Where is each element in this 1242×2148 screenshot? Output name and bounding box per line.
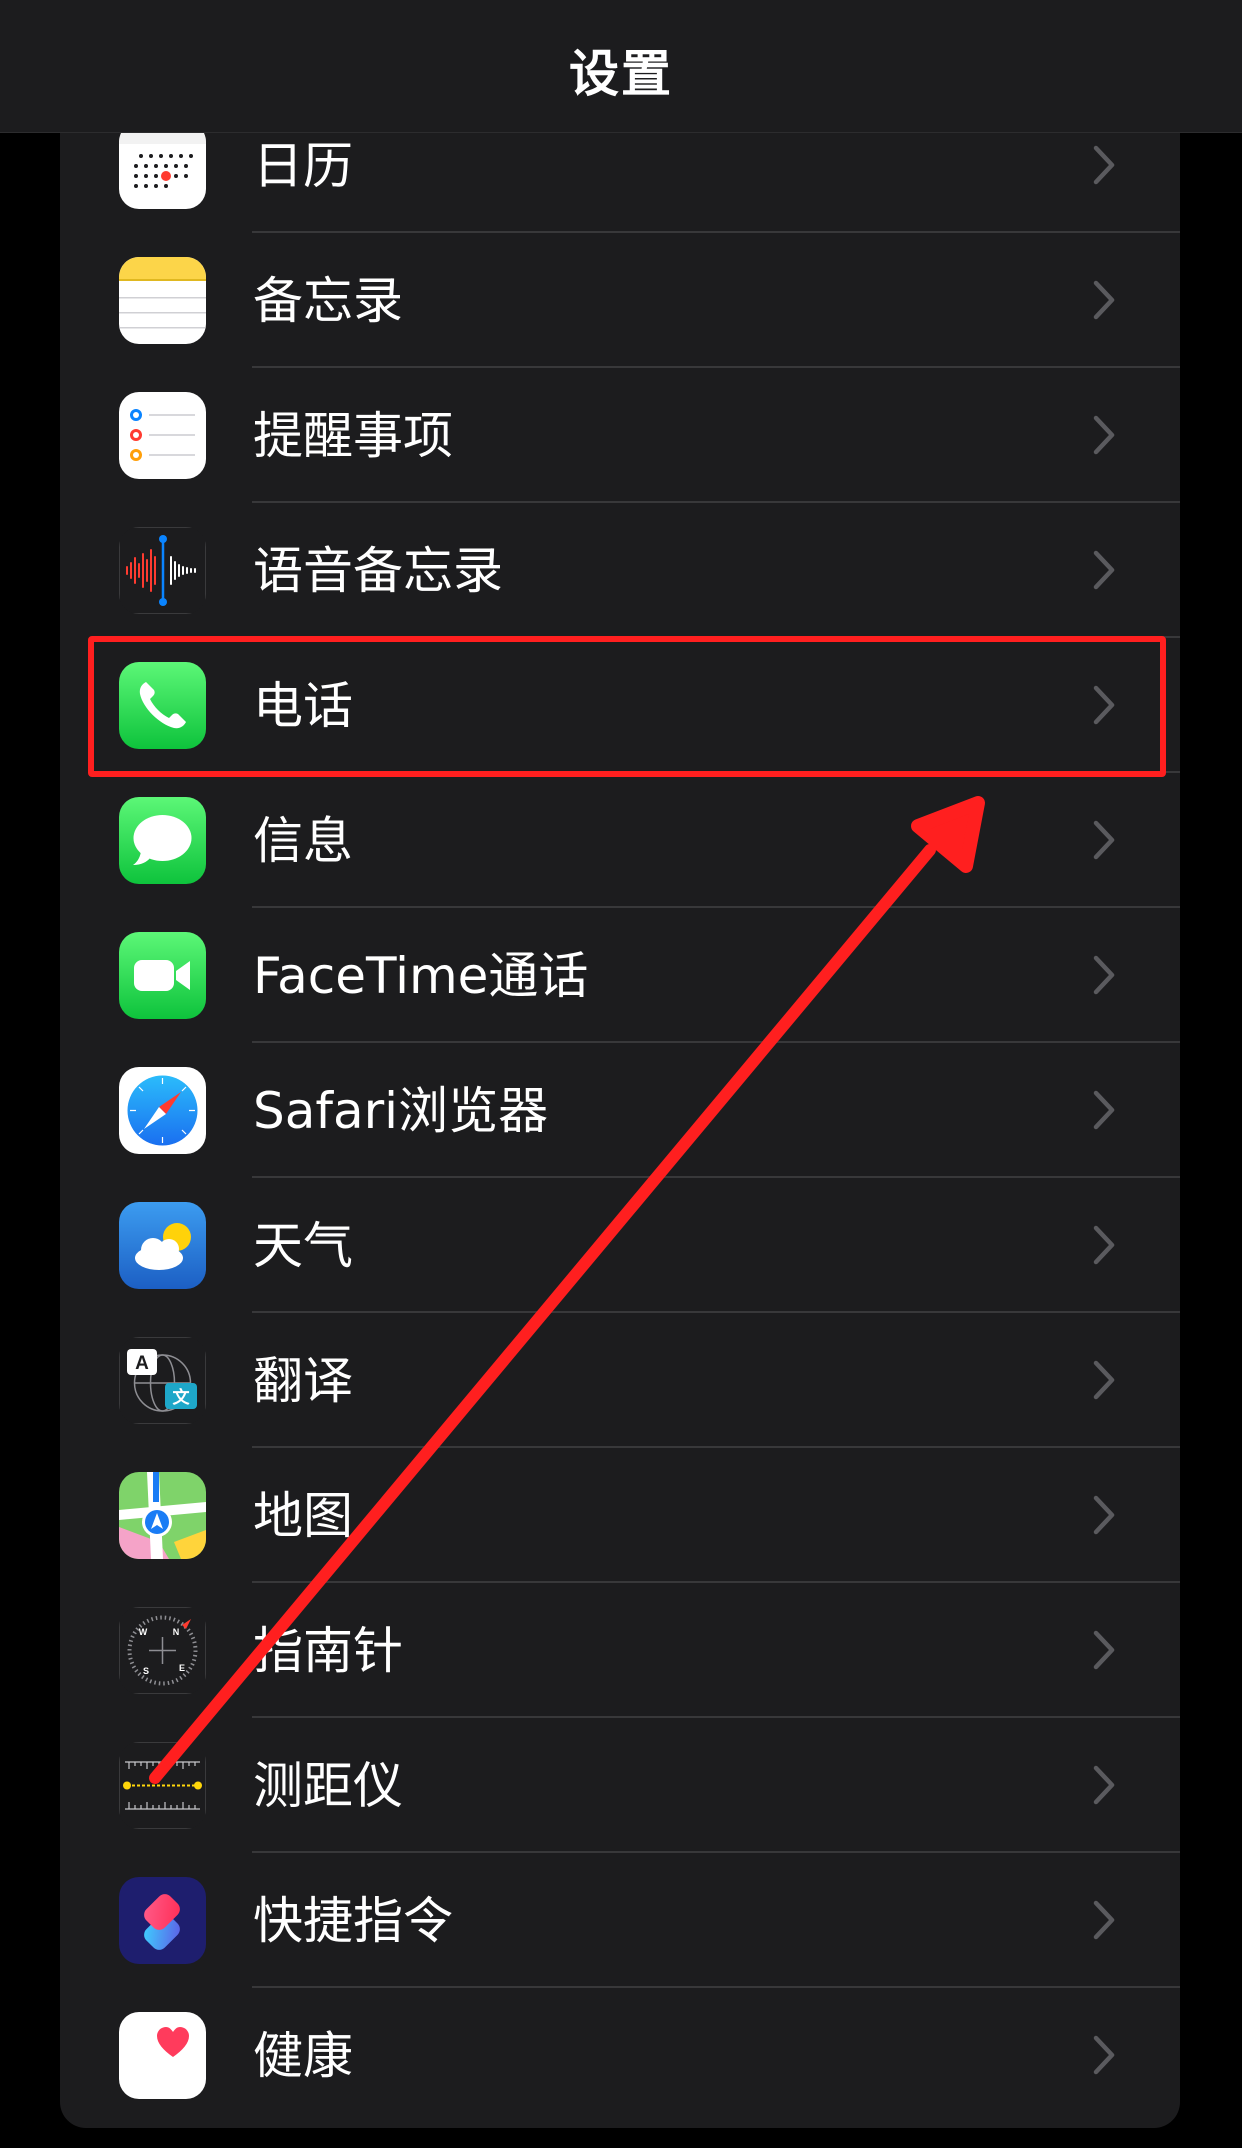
chevron-right-icon [1091,1764,1117,1806]
chevron-right-icon [1091,1494,1117,1536]
row-label: 快捷指令 [253,1892,453,1950]
chevron-right-icon [1091,1224,1117,1266]
shortcuts-icon [119,1877,206,1964]
annotation-highlight-box [88,636,1166,777]
row-label: 信息 [253,812,353,870]
settings-row-shortcuts[interactable]: 快捷指令 [60,1853,1180,1988]
settings-row-compass[interactable]: N E S W 指南针 [60,1583,1180,1718]
settings-row-reminders[interactable]: 提醒事项 [60,368,1180,503]
chevron-right-icon [1091,144,1117,186]
row-label: 备忘录 [253,272,403,330]
settings-row-messages[interactable]: 信息 [60,773,1180,908]
settings-row-facetime[interactable]: FaceTime通话 [60,908,1180,1043]
facetime-icon [119,932,206,1019]
chevron-right-icon [1091,1359,1117,1401]
settings-row-maps[interactable]: 地图 [60,1448,1180,1583]
chevron-right-icon [1091,954,1117,996]
messages-icon [119,797,206,884]
weather-icon [119,1202,206,1289]
settings-screen: 设置 日历 备忘录 提醒事项 语音备忘录 电话 信息 FaceTime通话 Sa… [0,0,1242,2148]
compass-icon: N E S W [119,1607,206,1694]
chevron-right-icon [1091,1629,1117,1671]
chevron-right-icon [1091,279,1117,321]
settings-row-weather[interactable]: 天气 [60,1178,1180,1313]
settings-row-calendar[interactable]: 日历 [60,132,1180,233]
translate-icon-latin-glyph: A [135,1353,149,1374]
row-label: FaceTime通话 [253,947,589,1005]
notes-icon [119,257,206,344]
health-icon [119,2012,206,2099]
settings-row-safari[interactable]: Safari浏览器 [60,1043,1180,1178]
reminders-icon [119,392,206,479]
maps-icon [119,1472,206,1559]
settings-row-health[interactable]: 健康 [60,1988,1180,2123]
row-label: 提醒事项 [253,407,453,465]
safari-icon [119,1067,206,1154]
compass-letter-w: W [139,1627,148,1637]
chevron-right-icon [1091,1899,1117,1941]
translate-icon-chinese-glyph: 文 [173,1387,191,1408]
compass-letter-n: N [173,1627,180,1637]
row-label: 天气 [253,1217,353,1275]
settings-row-notes[interactable]: 备忘录 [60,233,1180,368]
chevron-right-icon [1091,819,1117,861]
chevron-right-icon [1091,549,1117,591]
navigation-bar: 设置 [0,0,1242,133]
row-label: 指南针 [253,1622,403,1680]
page-title: 设置 [569,45,673,103]
settings-row-voice-memos[interactable]: 语音备忘录 [60,503,1180,638]
row-label: Safari浏览器 [253,1082,549,1140]
settings-row-translate[interactable]: A 文 翻译 [60,1313,1180,1448]
row-label: 日历 [253,137,353,195]
chevron-right-icon [1091,2034,1117,2076]
voice-memos-icon [119,527,206,614]
compass-letter-e: E [179,1663,185,1673]
compass-letter-s: S [143,1666,149,1676]
row-label: 地图 [253,1487,353,1545]
calendar-icon [119,132,206,209]
translate-icon: A 文 [119,1337,206,1424]
row-label: 翻译 [253,1352,353,1410]
row-label: 语音备忘录 [253,542,503,600]
chevron-right-icon [1091,1089,1117,1131]
row-label: 健康 [253,2027,353,2085]
settings-row-measure[interactable]: 测距仪 [60,1718,1180,1853]
row-label: 测距仪 [253,1757,403,1815]
chevron-right-icon [1091,414,1117,456]
measure-icon [119,1742,206,1829]
settings-list: 日历 备忘录 提醒事项 语音备忘录 电话 信息 FaceTime通话 Safar… [60,132,1180,2128]
